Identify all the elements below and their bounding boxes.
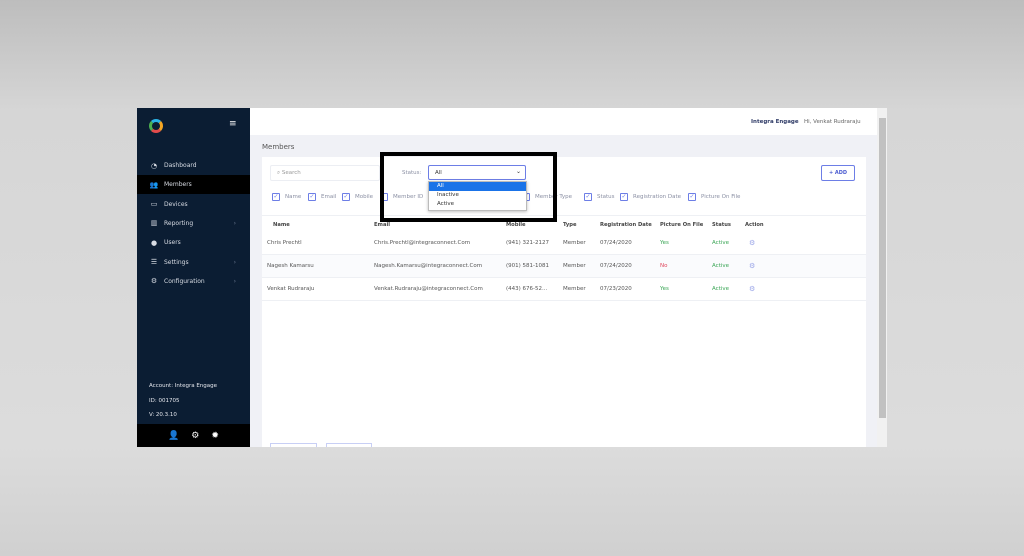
sidebar-item-reporting[interactable]: ▥ Reporting › [137,214,250,233]
sliders-icon: ☰ [150,258,158,266]
cell-date: 07/24/2020 [600,263,632,269]
column-toggle-name[interactable]: ✓ Name [272,193,301,201]
checkbox[interactable]: ✓ [308,193,316,201]
column-toggle-status[interactable]: ✓ Status [584,193,615,201]
table-row[interactable]: Venkat Rudraraju Venkat.Rudraraju@integra… [262,278,866,301]
gear-icon[interactable]: ⚙ [749,285,755,293]
highlight-box [380,152,557,222]
cell-name: Chris Prechtl [267,240,302,246]
menu-toggle-icon[interactable]: ≡ [229,120,237,129]
cell-name: Venkat Rudraraju [267,286,315,292]
sidebar-item-label: Members [164,181,192,189]
dashboard-icon: ◔ [150,161,158,170]
table-row[interactable]: Nagesh Kamarsu Nagesh.Kamarsu@integraconn… [262,255,866,278]
app-version: V: 20.3.10 [149,412,177,418]
sidebar-item-users[interactable]: ● Users [137,233,250,252]
cell-status: Active [712,286,730,292]
column-toggle-registration-date[interactable]: ✓ Registration Date [620,193,681,201]
sidebar-item-label: Settings [164,258,189,266]
members-card: ⌕ Search Status: All ⌄ All Inactive Active … [262,157,866,447]
column-header[interactable]: Picture On File [660,222,703,228]
sidebar-item-devices[interactable]: ▭ Devices [137,195,250,214]
gear-icon[interactable]: ⚙ [749,239,755,247]
search-placeholder: Search [281,170,301,176]
user-greeting[interactable]: Hi, Venkat Rudraraju [804,119,861,125]
cell-picture: No [660,263,668,269]
sidebar-item-label: Configuration [164,277,205,285]
sidebar-item-members[interactable]: 👥 Members [137,175,250,195]
gear-icon[interactable]: ✹ [211,431,219,441]
column-toggle-mobile[interactable]: ✓ Mobile [342,193,373,201]
cell-type: Member [563,240,586,246]
account-name: Account: Integra Engage [149,383,218,389]
cell-mobile: (941) 321-2127 [506,240,550,246]
column-header[interactable]: Name [273,222,290,228]
cell-picture: Yes [660,286,669,292]
gear-icon[interactable]: ⚙ [749,262,755,270]
cell-mobile: (901) 581-1081 [506,263,550,269]
chevron-right-icon: › [233,258,236,266]
column-header[interactable]: Email [374,222,390,228]
plus-icon: + [828,170,834,176]
cell-date: 07/24/2020 [600,240,632,246]
sidebar-item-label: Users [164,239,181,247]
table-row[interactable]: Chris Prechtl Chris.Prechtl@integraconnec… [262,232,866,255]
column-header[interactable]: Type [563,222,577,228]
account-id: ID: 001705 [149,398,180,404]
sidebar-item-label: Dashboard [164,162,197,169]
checkbox[interactable]: ✓ [272,193,280,201]
sidebar-item-configuration[interactable]: ⚙ Configuration › [137,272,250,291]
top-header: Integra Engage Hi, Venkat Rudraraju [250,108,877,135]
chevron-right-icon: › [233,219,236,227]
cell-status: Active [712,240,730,246]
cell-status: Active [712,263,730,269]
sidebar-item-dashboard[interactable]: ◔ Dashboard [137,156,250,175]
gear-icon: ⚙ [150,277,158,286]
cogs-icon[interactable]: ⚙ [191,431,199,441]
members-icon: 👥 [149,180,159,189]
prev-button[interactable] [270,443,317,447]
cell-mobile: (443) 676-52... [506,286,548,292]
chevron-right-icon: › [233,277,236,285]
cell-email[interactable]: Venkat.Rudraraju@integraconnect.Com [374,286,483,292]
cell-type: Member [563,263,586,269]
cell-email[interactable]: Nagesh.Kamarsu@integraconnect.Com [374,263,482,269]
checkbox[interactable]: ✓ [620,193,628,201]
add-button[interactable]: + ADD [821,165,855,181]
checkbox[interactable]: ✓ [342,193,350,201]
sidebar-footer: 👤 ⚙ ✹ [137,424,250,447]
user-settings-icon[interactable]: 👤 [168,431,179,441]
cell-picture: Yes [660,240,669,246]
checkbox[interactable]: ✓ [688,193,696,201]
column-toggle-email[interactable]: ✓ Email [308,193,336,201]
sidebar-item-settings[interactable]: ☰ Settings › [137,253,250,272]
column-header[interactable]: Mobile [506,222,526,228]
scrollbar-thumb[interactable] [879,118,886,418]
column-toggle-picture-on-file[interactable]: ✓ Picture On File [688,193,740,201]
brand-name: Integra Engage [751,119,799,125]
checkbox[interactable]: ✓ [584,193,592,201]
column-header[interactable]: Registration Date [600,222,652,228]
column-header[interactable]: Status [712,222,731,228]
sidebar: ≡ ◔ Dashboard 👥 Members ▭ Devices ▥ Reporting › ●… [137,108,250,447]
app-window: ≡ ◔ Dashboard 👥 Members ▭ Devices ▥ Reporting › ●… [137,108,887,447]
column-header[interactable]: Action [745,222,764,228]
user-icon: ● [150,238,158,247]
cell-name: Nagesh Kamarsu [267,263,314,269]
logo-icon [149,119,163,133]
chart-icon: ▥ [150,219,158,228]
cell-email[interactable]: Chris.Prechtl@integraconnect.Com [374,240,470,246]
page-title: Members [262,143,295,151]
search-input[interactable]: ⌕ Search [270,165,380,181]
tablet-icon: ▭ [150,200,158,209]
cell-date: 07/23/2020 [600,286,632,292]
sidebar-item-label: Reporting [164,219,194,227]
next-button[interactable] [326,443,372,447]
sidebar-item-label: Devices [164,200,188,208]
cell-type: Member [563,286,586,292]
